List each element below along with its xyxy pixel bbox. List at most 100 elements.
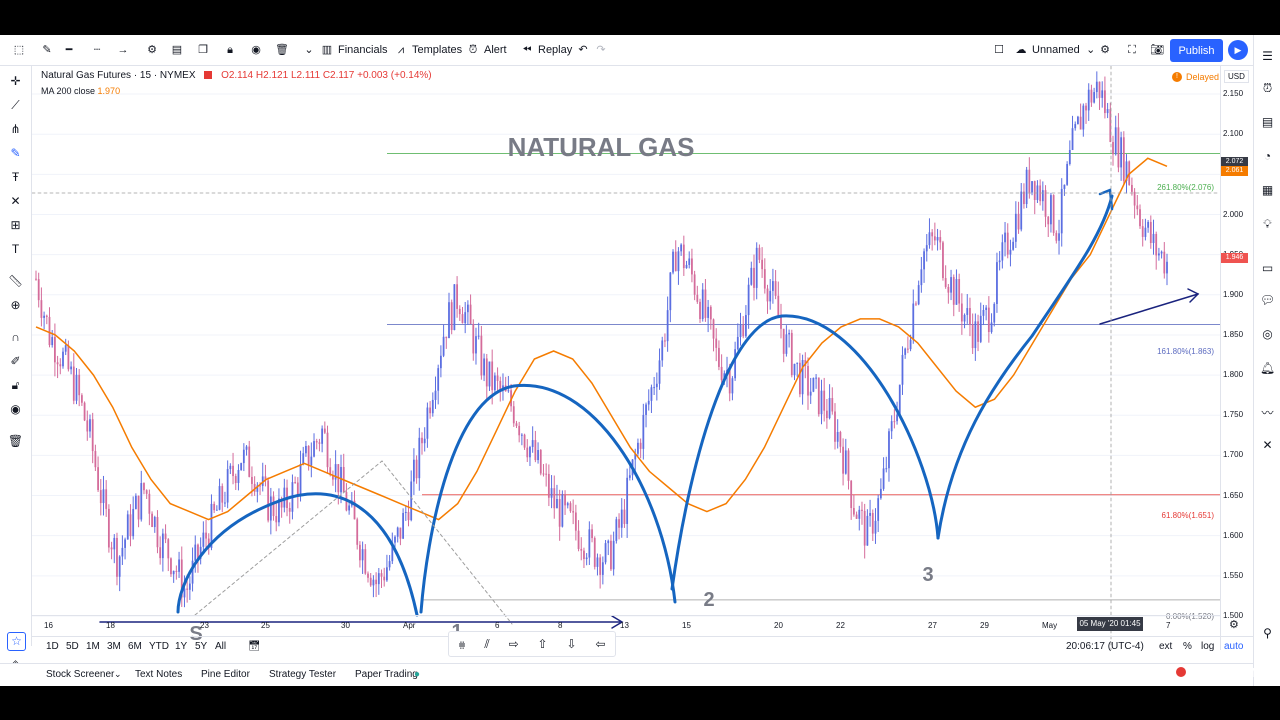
date-range-calendar-icon[interactable]: 📅︎ — [248, 641, 261, 652]
clock-label[interactable]: 20:06:17 (UTC-4) — [1066, 641, 1144, 652]
chart-settings-gear-icon[interactable]: ⚙ — [1098, 40, 1112, 60]
ideas-lightbulb-icon[interactable]: 💡︎ — [1259, 216, 1276, 233]
delayed-badge[interactable]: ! Delayed — [1172, 72, 1219, 82]
range-button-ytd[interactable]: YTD — [149, 641, 169, 652]
candle-body — [410, 481, 413, 521]
text-icon[interactable]: T — [7, 241, 24, 258]
publish-button[interactable]: Publish — [1170, 39, 1223, 62]
play-icon[interactable]: ▶ — [1228, 40, 1248, 60]
data-window-icon[interactable]: ▤ — [1259, 114, 1276, 131]
pattern-tool-icon[interactable]: ✕ — [7, 193, 24, 210]
watchlist-icon[interactable]: ☰ — [1259, 48, 1276, 65]
fib-tool-icon[interactable]: ⋔ — [7, 121, 24, 138]
magnet-icon[interactable]: ∩ — [7, 329, 24, 346]
text-tool-icon[interactable]: Ŧ — [7, 169, 24, 186]
tab-strategy-tester[interactable]: Strategy Tester — [269, 669, 336, 680]
help-icon[interactable]: ⚲ — [1259, 625, 1276, 642]
prediction-tool-icon[interactable]: ⊞ — [7, 217, 24, 234]
candle-body — [566, 503, 569, 506]
remove-drawings-icon[interactable]: 🗑︎ — [7, 433, 24, 450]
ruler-icon[interactable]: 📏︎ — [7, 273, 24, 290]
undo-button[interactable]: ↶ — [576, 40, 590, 60]
replay-button[interactable]: ⏪︎ Replay — [520, 40, 573, 60]
symbol-legend[interactable]: Natural Gas Futures · 15 · NYMEX O2.114 … — [41, 70, 432, 81]
hide-drawings-icon[interactable]: ◉ — [7, 401, 24, 418]
arrow-left-icon[interactable]: ⇦ — [595, 637, 605, 651]
candle-body — [80, 395, 83, 403]
line-style-button[interactable]: ━ — [62, 40, 76, 60]
layout-checkbox[interactable]: ☐ — [992, 40, 1006, 60]
broadcast-icon[interactable]: ◎ — [1259, 326, 1276, 343]
streams-icon[interactable]: ▭ — [1259, 260, 1276, 277]
range-button-3m[interactable]: 3M — [107, 641, 121, 652]
price-axis[interactable] — [1220, 66, 1254, 650]
hotlist-icon[interactable]: ◔ — [1259, 148, 1276, 165]
crosshair-icon[interactable]: ✛ — [7, 73, 24, 90]
brush-icon[interactable]: ✎ — [7, 145, 24, 162]
candle-body — [728, 369, 731, 394]
alert-button[interactable]: ⏰︎ Alert — [466, 40, 507, 60]
candle-body — [960, 303, 963, 322]
chats-icon[interactable]: 💬︎ — [1259, 292, 1276, 309]
tab-pine-editor[interactable]: Pine Editor — [201, 669, 250, 680]
template-stack-icon[interactable]: ▤ — [170, 40, 184, 60]
candle-body — [1147, 221, 1150, 228]
range-button-all[interactable]: All — [215, 641, 226, 652]
pen-tool-icon[interactable]: ✎ — [40, 40, 54, 60]
candle-body — [869, 512, 871, 516]
fullscreen-icon[interactable]: ⛶ — [1125, 40, 1139, 60]
stay-drawing-icon[interactable]: ✐ — [7, 353, 24, 370]
candle-body — [412, 459, 415, 482]
candle-body — [1031, 181, 1033, 193]
settings-gear-icon[interactable]: ⚙ — [145, 40, 159, 60]
trend-line-icon[interactable]: ⟋ — [7, 97, 24, 114]
candle-body — [628, 475, 631, 478]
ext-hours-toggle[interactable]: ext — [1159, 641, 1172, 652]
price-tick-label: 1.750 — [1223, 410, 1244, 420]
tab-paper-trading[interactable]: Paper Trading — [355, 669, 418, 680]
axis-settings-gear-icon[interactable]: ⚙ — [1229, 618, 1239, 631]
lock-icon[interactable]: 🔒︎ — [223, 40, 237, 60]
favorites-star-icon[interactable]: ☆ — [7, 632, 26, 651]
zoom-in-icon[interactable]: ⊕ — [7, 297, 24, 314]
calendar-icon[interactable]: ▦ — [1259, 182, 1276, 199]
range-button-5y[interactable]: 5Y — [195, 641, 207, 652]
more-chevron-icon[interactable]: ⌄ — [302, 40, 316, 60]
financials-button[interactable]: ▥ Financials — [320, 40, 388, 60]
order-panel-icon[interactable]: ✕ — [1259, 437, 1276, 454]
notifications-bell-icon[interactable]: 🔔︎ — [1259, 360, 1276, 377]
layout-name-dropdown[interactable]: ☁︎ Unnamed ⌄ — [1014, 40, 1098, 60]
dash-style-button[interactable]: ┄ — [90, 40, 104, 60]
trash-icon[interactable]: 🗑︎ — [275, 40, 289, 60]
lock-drawings-icon[interactable]: 🔓︎ — [7, 377, 24, 394]
short-position-icon[interactable]: ⫽ — [484, 637, 489, 652]
range-button-1m[interactable]: 1M — [86, 641, 100, 652]
percent-scale-toggle[interactable]: % — [1183, 641, 1192, 652]
range-button-1d[interactable]: 1D — [46, 641, 59, 652]
range-button-5d[interactable]: 5D — [66, 641, 79, 652]
tab-stock-screener[interactable]: Stock Screener — [46, 669, 114, 680]
tab-text-notes[interactable]: Text Notes — [135, 669, 182, 680]
range-button-6m[interactable]: 6M — [128, 641, 142, 652]
arrow-marker-icon[interactable]: ⇨ — [509, 637, 519, 651]
last-price-badge: 2.061 — [1221, 166, 1248, 176]
ticker-icon[interactable]: 〰 — [1259, 405, 1276, 422]
arrow-style-button[interactable]: → — [116, 40, 130, 60]
clone-icon[interactable]: ❐ — [196, 40, 210, 60]
alerts-clock-icon[interactable]: ⏰︎ — [1259, 80, 1276, 97]
price-chart[interactable]: NATURAL GAS S 1 2 3 261.80%(2.076) 161.8… — [32, 66, 1220, 650]
ma-legend[interactable]: MA 200 close 1.970 — [41, 86, 120, 96]
stock-screener-chevron-icon[interactable]: ⌄ — [114, 669, 122, 680]
templates-button[interactable]: ⩘ Templates — [394, 40, 462, 60]
arrow-down-icon[interactable]: ⇩ — [567, 637, 577, 651]
cursor-select-icon[interactable]: ⬚ — [12, 40, 26, 60]
candle-body — [850, 480, 853, 509]
arrow-up-icon[interactable]: ⇧ — [538, 637, 548, 651]
range-button-1y[interactable]: 1Y — [175, 641, 187, 652]
redo-button[interactable]: ↷ — [594, 40, 608, 60]
auto-scale-toggle[interactable]: auto — [1224, 641, 1243, 652]
visibility-eye-icon[interactable]: ◉ — [249, 40, 263, 60]
camera-snapshot-icon[interactable]: 📷︎ — [1150, 40, 1164, 60]
log-scale-toggle[interactable]: log — [1201, 641, 1214, 652]
long-position-icon[interactable]: ⩷ — [458, 637, 465, 652]
